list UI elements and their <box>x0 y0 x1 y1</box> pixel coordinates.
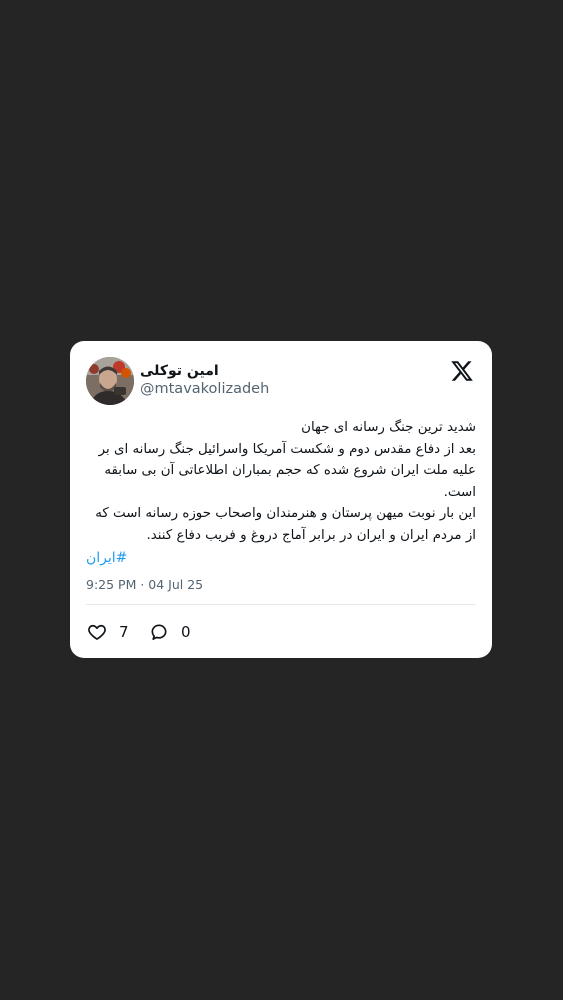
tweet-timestamp[interactable]: 9:25 PM · 04 Jul 25 <box>86 577 203 593</box>
tweet-card[interactable]: امین توکلی @mtavakolizadeh شدید ترین جنگ… <box>70 341 492 658</box>
tweet-text-line: از مردم ایران و ایران در برابر آماج دروغ… <box>146 527 476 543</box>
hashtag-link[interactable]: #ایران <box>86 548 127 568</box>
tweet-text-line: است. <box>443 484 476 500</box>
reply-bubble-icon <box>149 622 169 642</box>
divider <box>86 604 476 605</box>
avatar[interactable] <box>86 357 134 405</box>
tweet-text-line: این بار نوبت میهن پرستان و هنرمندان واصح… <box>95 506 476 521</box>
author-name[interactable]: امین توکلی <box>140 363 219 379</box>
x-logo-icon[interactable] <box>450 359 474 383</box>
reply-button[interactable]: 0 <box>149 622 191 642</box>
like-button[interactable]: 7 <box>87 622 129 642</box>
like-count: 7 <box>119 623 129 641</box>
reply-count: 0 <box>181 623 191 641</box>
tweet-text-line: علیه ملت ایران شروع شده که حجم بمباران ا… <box>104 463 476 478</box>
heart-icon <box>87 622 107 642</box>
tweet-text: شدید ترین جنگ رسانه ای جهان بعد از دفاع … <box>84 417 476 546</box>
author-handle[interactable]: @mtavakolizadeh <box>140 380 269 398</box>
tweet-text-line: بعد از دفاع مقدس دوم و شکست آمریکا واسرا… <box>98 441 476 457</box>
tweet-text-line: شدید ترین جنگ رسانه ای جهان <box>301 420 476 435</box>
